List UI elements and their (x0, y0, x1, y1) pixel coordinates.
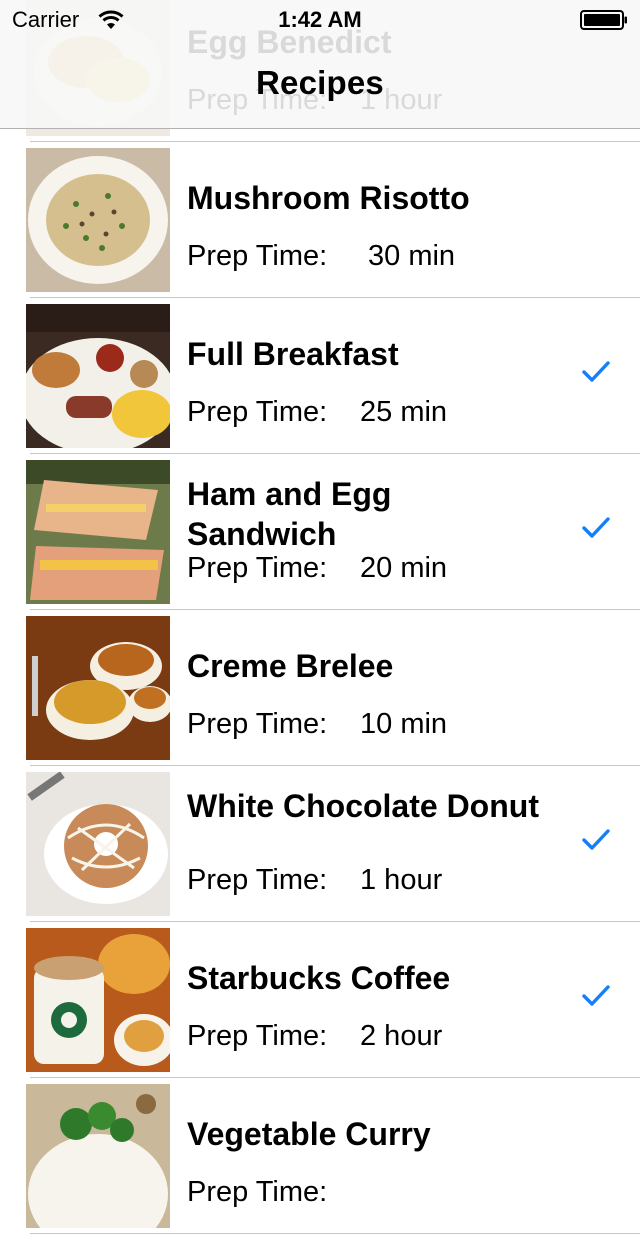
recipe-name: Full Breakfast (187, 336, 399, 372)
recipe-thumbnail (26, 460, 170, 604)
recipe-prep-time: Prep Time: 20 min (187, 548, 447, 588)
prep-time-label: Prep Time: (187, 1176, 328, 1208)
checkmark-icon (582, 984, 610, 1008)
recipe-thumbnail (26, 304, 170, 448)
prep-time-label: Prep Time: (187, 552, 328, 584)
prep-time-value: 20 min (360, 552, 448, 584)
recipe-name: Creme Brelee (187, 648, 394, 684)
status-bar: Carrier 1:42 AM (0, 0, 640, 40)
recipe-row[interactable]: Full Breakfast Prep Time: 25 min (0, 298, 640, 454)
recipe-prep-time: Prep Time: (187, 1172, 360, 1212)
prep-time-value: 2 hour (360, 1020, 443, 1052)
prep-time-label: Prep Time: (187, 708, 328, 740)
battery-icon (580, 10, 627, 30)
prep-time-label: Prep Time: (187, 396, 328, 428)
recipe-prep-time: Prep Time: 25 min (187, 392, 447, 432)
checkmark-icon (582, 828, 610, 852)
prep-time-value: 10 min (360, 708, 448, 740)
recipe-prep-time: Prep Time: 10 min (187, 704, 447, 744)
recipe-prep-time: Prep Time: 30 min (187, 236, 455, 276)
recipe-thumbnail (26, 928, 170, 1072)
prep-time-label: Prep Time: (187, 1020, 328, 1052)
checkmark-icon (582, 516, 610, 540)
recipe-name: Ham and Egg Sandwich (187, 476, 392, 552)
recipe-name: White Chocolate Donut (187, 788, 539, 824)
nav-title: Recipes (256, 64, 384, 101)
prep-time-value: 1 hour (360, 864, 443, 896)
prep-time-label: Prep Time: (187, 864, 328, 896)
prep-time-value: 25 min (360, 396, 448, 428)
recipe-row[interactable]: Starbucks Coffee Prep Time: 2 hour (0, 922, 640, 1078)
status-time: 1:42 AM (278, 7, 362, 32)
recipe-name: Starbucks Coffee (187, 960, 451, 996)
recipe-row[interactable]: Ham and Egg Sandwich Prep Time: 20 min (0, 454, 640, 610)
navigation-bar: Carrier 1:42 AM Recipes (0, 0, 640, 129)
recipe-thumbnail (26, 772, 170, 916)
recipe-row[interactable]: Mushroom Risotto Prep Time: 30 min (0, 142, 640, 298)
recipe-name: Mushroom Risotto (187, 180, 470, 216)
recipe-row[interactable]: Creme Brelee Prep Time: 10 min (0, 610, 640, 766)
recipe-row[interactable]: White Chocolate Donut Prep Time: 1 hour (0, 766, 640, 922)
recipe-thumbnail (26, 148, 170, 292)
recipe-thumbnail (26, 616, 170, 760)
prep-time-value: 30 min (368, 240, 456, 272)
recipe-prep-time: Prep Time: 1 hour (187, 860, 442, 900)
checkmark-icon (582, 360, 610, 384)
recipe-thumbnail (26, 1084, 170, 1228)
recipe-name: Vegetable Curry (187, 1116, 431, 1152)
recipe-prep-time: Prep Time: 2 hour (187, 1016, 442, 1056)
prep-time-label: Prep Time: (187, 240, 328, 272)
recipe-row[interactable]: Vegetable Curry Prep Time: (0, 1078, 640, 1234)
